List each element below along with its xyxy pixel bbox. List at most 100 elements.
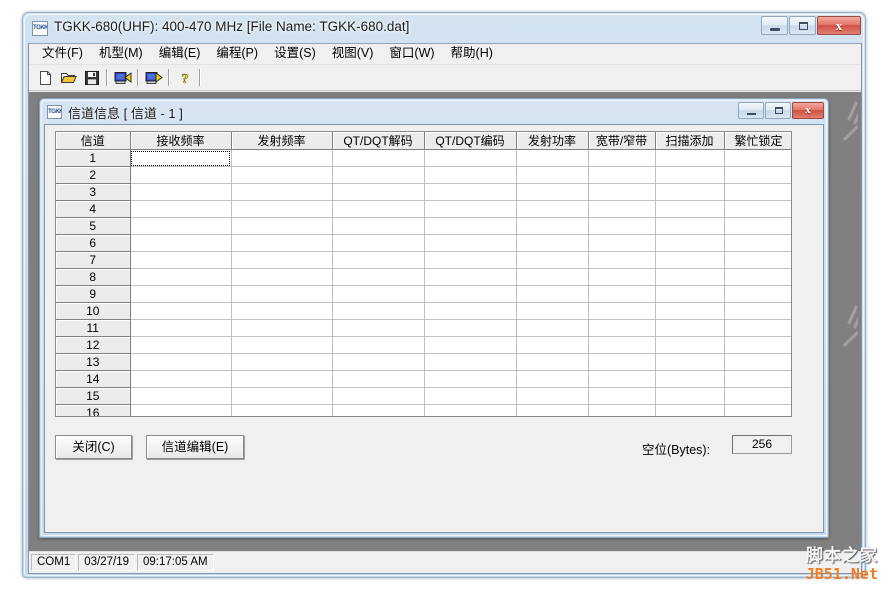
cell-dec[interactable] xyxy=(332,217,425,235)
row-header-channel[interactable]: 14 xyxy=(56,370,131,388)
column-header-qt-encode[interactable]: QT/DQT编码 xyxy=(424,132,517,150)
cell-dec[interactable] xyxy=(332,251,425,269)
cell-rx[interactable] xyxy=(130,404,232,416)
cell-rx[interactable] xyxy=(130,319,232,337)
cell-bandwidth[interactable] xyxy=(588,234,656,252)
row-header-channel[interactable]: 1 xyxy=(56,149,131,167)
cell-bandwidth[interactable] xyxy=(588,336,656,354)
child-titlebar[interactable]: TGKK 信道信息 [ 信道 - 1 ] x xyxy=(40,99,828,124)
column-header-scan-add[interactable]: 扫描添加 xyxy=(655,132,725,150)
channel-edit-button[interactable]: 信道编辑(E) xyxy=(146,435,244,459)
cell-power[interactable] xyxy=(516,404,589,416)
menu-window[interactable]: 窗口(W) xyxy=(381,44,442,64)
cell-power[interactable] xyxy=(516,268,589,286)
cell-dec[interactable] xyxy=(332,404,425,416)
cell-scan[interactable] xyxy=(655,285,725,303)
cell-enc[interactable] xyxy=(424,370,517,388)
menu-edit[interactable]: 编辑(E) xyxy=(151,44,209,64)
cell-busylock[interactable] xyxy=(724,200,791,218)
cell-rx[interactable] xyxy=(130,217,232,235)
cell-busylock[interactable] xyxy=(724,353,791,371)
cell-bandwidth[interactable] xyxy=(588,387,656,405)
row-header-channel[interactable]: 13 xyxy=(56,353,131,371)
cell-enc[interactable] xyxy=(424,302,517,320)
row-header-channel[interactable]: 4 xyxy=(56,200,131,218)
cell-rx[interactable] xyxy=(130,234,232,252)
cell-power[interactable] xyxy=(516,217,589,235)
cell-dec[interactable] xyxy=(332,336,425,354)
cell-busylock[interactable] xyxy=(724,268,791,286)
cell-dec[interactable] xyxy=(332,200,425,218)
cell-enc[interactable] xyxy=(424,251,517,269)
cell-busylock[interactable] xyxy=(724,234,791,252)
cell-scan[interactable] xyxy=(655,217,725,235)
row-header-channel[interactable]: 8 xyxy=(56,268,131,286)
cell-tx[interactable] xyxy=(231,200,333,218)
cell-bandwidth[interactable] xyxy=(588,404,656,416)
cell-busylock[interactable] xyxy=(724,404,791,416)
cell-scan[interactable] xyxy=(655,336,725,354)
cell-enc[interactable] xyxy=(424,353,517,371)
cell-enc[interactable] xyxy=(424,319,517,337)
cell-scan[interactable] xyxy=(655,268,725,286)
cell-power[interactable] xyxy=(516,149,589,167)
cell-tx[interactable] xyxy=(231,149,333,167)
menu-help[interactable]: 帮助(H) xyxy=(443,44,501,64)
cell-power[interactable] xyxy=(516,251,589,269)
cell-rx[interactable] xyxy=(130,183,232,201)
cell-scan[interactable] xyxy=(655,183,725,201)
cell-tx[interactable] xyxy=(231,370,333,388)
cell-tx[interactable] xyxy=(231,404,333,416)
cell-bandwidth[interactable] xyxy=(588,370,656,388)
cell-busylock[interactable] xyxy=(724,149,791,167)
row-header-channel[interactable]: 7 xyxy=(56,251,131,269)
cell-dec[interactable] xyxy=(332,268,425,286)
column-header-channel[interactable]: 信道 xyxy=(56,132,131,150)
cell-busylock[interactable] xyxy=(724,387,791,405)
cell-power[interactable] xyxy=(516,285,589,303)
menu-file[interactable]: 文件(F) xyxy=(34,44,91,64)
cell-enc[interactable] xyxy=(424,200,517,218)
cell-power[interactable] xyxy=(516,302,589,320)
row-header-channel[interactable]: 11 xyxy=(56,319,131,337)
cell-enc[interactable] xyxy=(424,166,517,184)
cell-enc[interactable] xyxy=(424,336,517,354)
cell-bandwidth[interactable] xyxy=(588,200,656,218)
cell-bandwidth[interactable] xyxy=(588,183,656,201)
cell-dec[interactable] xyxy=(332,183,425,201)
cell-power[interactable] xyxy=(516,387,589,405)
cell-tx[interactable] xyxy=(231,234,333,252)
cell-rx[interactable] xyxy=(130,353,232,371)
cell-busylock[interactable] xyxy=(724,370,791,388)
cell-enc[interactable] xyxy=(424,387,517,405)
cell-rx[interactable] xyxy=(130,200,232,218)
cell-rx[interactable] xyxy=(130,268,232,286)
cell-rx[interactable] xyxy=(130,251,232,269)
cell-busylock[interactable] xyxy=(724,285,791,303)
cell-tx[interactable] xyxy=(231,387,333,405)
cell-tx[interactable] xyxy=(231,217,333,235)
cell-scan[interactable] xyxy=(655,387,725,405)
menu-model[interactable]: 机型(M) xyxy=(91,44,151,64)
cell-scan[interactable] xyxy=(655,404,725,416)
cell-rx[interactable] xyxy=(130,166,232,184)
cell-enc[interactable] xyxy=(424,183,517,201)
cell-scan[interactable] xyxy=(655,166,725,184)
cell-enc[interactable] xyxy=(424,285,517,303)
cell-rx[interactable] xyxy=(130,336,232,354)
row-header-channel[interactable]: 3 xyxy=(56,183,131,201)
cell-bandwidth[interactable] xyxy=(588,302,656,320)
cell-power[interactable] xyxy=(516,200,589,218)
cell-tx[interactable] xyxy=(231,285,333,303)
cell-enc[interactable] xyxy=(424,268,517,286)
cell-bandwidth[interactable] xyxy=(588,217,656,235)
cell-busylock[interactable] xyxy=(724,166,791,184)
cell-power[interactable] xyxy=(516,234,589,252)
child-maximize-button[interactable] xyxy=(765,102,791,119)
cell-tx[interactable] xyxy=(231,336,333,354)
menu-view[interactable]: 视图(V) xyxy=(324,44,382,64)
close-button[interactable]: x xyxy=(817,16,861,35)
cell-busylock[interactable] xyxy=(724,336,791,354)
cell-tx[interactable] xyxy=(231,353,333,371)
cell-dec[interactable] xyxy=(332,149,425,167)
